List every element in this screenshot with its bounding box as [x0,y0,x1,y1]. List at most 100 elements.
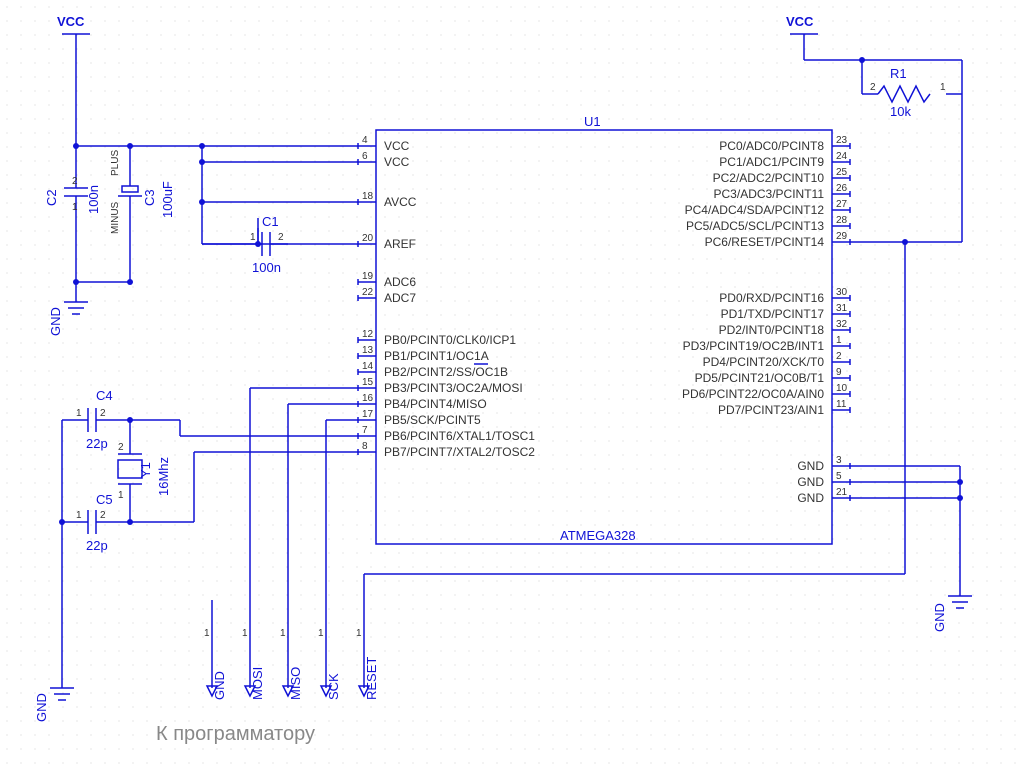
svg-text:PB6/PCINT6/XTAL1/TOSC1: PB6/PCINT6/XTAL1/TOSC1 [384,429,535,443]
svg-text:ADC7: ADC7 [384,291,416,305]
svg-text:11: 11 [836,399,847,410]
schematic-canvas: U1 ATMEGA328 4VCC6VCC18AVCC20AREF19ADC62… [0,0,1024,776]
svg-text:30: 30 [836,287,848,298]
svg-text:PD0/RXD/PCINT16: PD0/RXD/PCINT16 [719,291,824,305]
svg-text:20: 20 [362,233,374,244]
svg-text:AVCC: AVCC [384,195,417,209]
capacitor-c1: 1 2 C1 100n [199,199,358,275]
svg-text:28: 28 [836,215,848,226]
svg-text:PD4/PCINT20/XCK/T0: PD4/PCINT20/XCK/T0 [703,355,825,369]
svg-text:17: 17 [362,409,374,420]
svg-text:2: 2 [100,510,106,521]
svg-text:PD2/INT0/PCINT18: PD2/INT0/PCINT18 [719,323,825,337]
svg-text:7: 7 [362,425,368,436]
svg-text:GND: GND [797,491,824,505]
svg-text:6: 6 [362,151,368,162]
svg-text:22: 22 [362,287,374,298]
svg-text:5: 5 [836,471,842,482]
svg-text:1: 1 [280,628,286,639]
c3-minus: MINUS [110,201,121,234]
svg-text:8: 8 [362,441,368,452]
svg-text:PD7/PCINT23/AIN1: PD7/PCINT23/AIN1 [718,403,824,417]
svg-text:4: 4 [362,135,368,146]
ref-c3v: 100uF [160,181,175,218]
svg-text:PB1/PCINT1/OC1A: PB1/PCINT1/OC1A [384,349,489,363]
svg-text:1: 1 [76,408,82,419]
svg-text:26: 26 [836,183,848,194]
svg-text:31: 31 [836,303,848,314]
crystal-network: 1 2 C4 22p 1 2 C5 22p 2 1 Y1 16Mhz [59,388,358,688]
ref-r1v: 10k [890,104,911,119]
svg-text:PD6/PCINT22/OC0A/AIN0: PD6/PCINT22/OC0A/AIN0 [682,387,824,401]
programmer-title: К программатору [156,723,315,745]
svg-text:PB7/PCINT7/XTAL2/TOSC2: PB7/PCINT7/XTAL2/TOSC2 [384,445,535,459]
svg-text:23: 23 [836,135,848,146]
svg-text:32: 32 [836,319,848,330]
gnd-power-caps: GND [48,282,88,336]
vcc-left-label: VCC [57,14,85,29]
svg-text:AREF: AREF [384,237,416,251]
svg-text:2: 2 [836,351,842,362]
svg-text:PC0/ADC0/PCINT8: PC0/ADC0/PCINT8 [719,139,824,153]
svg-text:13: 13 [362,345,374,356]
ref-y1: Y1 [138,462,153,478]
svg-text:PC3/ADC3/PCINT11: PC3/ADC3/PCINT11 [714,187,825,201]
svg-text:1: 1 [836,335,842,346]
gnd-right-label: GND [932,603,947,632]
svg-text:PC2/ADC2/PCINT10: PC2/ADC2/PCINT10 [713,171,825,185]
svg-text:PB4/PCINT4/MISO: PB4/PCINT4/MISO [384,397,487,411]
svg-text:SCK: SCK [326,673,341,700]
svg-text:1: 1 [118,490,124,501]
ref-c5: C5 [96,492,113,507]
ref-c2v: 100n [86,185,101,214]
svg-text:19: 19 [362,271,374,282]
svg-text:1: 1 [204,628,210,639]
svg-text:VCC: VCC [384,139,410,153]
svg-text:PC4/ADC4/SDA/PCINT12: PC4/ADC4/SDA/PCINT12 [685,203,825,217]
ref-c4v: 22p [86,436,108,451]
svg-text:15: 15 [362,377,374,388]
svg-text:2: 2 [72,176,78,187]
svg-text:24: 24 [836,151,848,162]
svg-text:PD5/PCINT21/OC0B/T1: PD5/PCINT21/OC0B/T1 [695,371,825,385]
svg-text:1: 1 [72,202,78,213]
svg-text:PC6/RESET/PCINT14: PC6/RESET/PCINT14 [705,235,825,249]
ref-c4: C4 [96,388,113,403]
resistor-r1: 2 1 R1 10k [862,66,962,119]
vcc-right-label: VCC [786,14,814,29]
svg-text:2: 2 [278,232,284,243]
svg-text:9: 9 [836,367,842,378]
programmer-header: 1GND1MOSI1MISO1SCK1RESET [204,628,379,700]
ref-r1: R1 [890,66,907,81]
svg-text:10: 10 [836,383,848,394]
svg-text:1: 1 [242,628,248,639]
svg-text:12: 12 [362,329,374,340]
capacitor-c2: 2 1 C2 100n [44,146,101,282]
vcc-left: VCC [57,14,90,149]
svg-text:GND: GND [797,475,824,489]
svg-text:PB2/PCINT2/SS/OC1B: PB2/PCINT2/SS/OC1B [384,365,508,379]
svg-text:PB0/PCINT0/CLK0/ICP1: PB0/PCINT0/CLK0/ICP1 [384,333,516,347]
pins-left-group: 4VCC6VCC18AVCC20AREF19ADC622ADC712PB0/PC… [358,135,535,459]
svg-text:27: 27 [836,199,848,210]
svg-text:1: 1 [940,82,946,93]
svg-text:1: 1 [356,628,362,639]
svg-text:14: 14 [362,361,374,372]
svg-text:PD3/PCINT19/OC2B/INT1: PD3/PCINT19/OC2B/INT1 [683,339,825,353]
svg-text:MOSI: MOSI [250,667,265,700]
svg-text:1: 1 [250,232,256,243]
svg-text:PB3/PCINT3/OC2A/MOSI: PB3/PCINT3/OC2A/MOSI [384,381,523,395]
svg-text:1: 1 [318,628,324,639]
ref-c1: C1 [262,214,279,229]
svg-text:21: 21 [836,487,848,498]
svg-text:GND: GND [212,671,227,700]
ref-c2: C2 [44,189,59,206]
gnd-xtal: GND [34,688,74,722]
svg-text:RESET: RESET [364,657,379,700]
gnd-pwr-label: GND [48,307,63,336]
gnd-right-net: GND [850,466,972,632]
ref-c1v: 100n [252,260,281,275]
svg-text:ADC6: ADC6 [384,275,416,289]
c3-plus: PLUS [110,150,121,176]
gnd-xtal-label: GND [34,693,49,722]
